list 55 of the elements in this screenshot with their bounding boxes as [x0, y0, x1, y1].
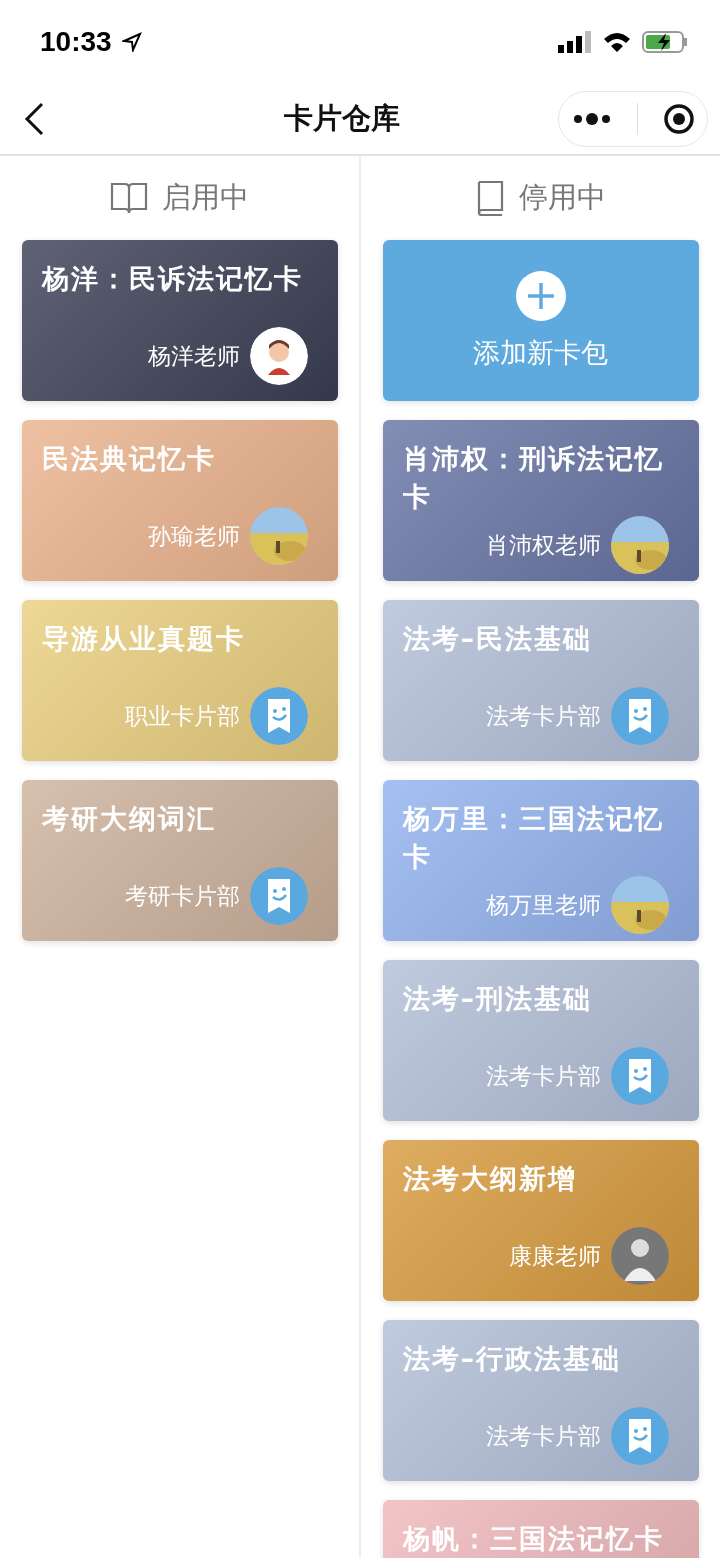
deck-card[interactable]: 杨洋：民诉法记忆卡 杨洋老师 — [21, 240, 338, 401]
open-book-icon — [110, 181, 148, 215]
deck-card[interactable]: 肖沛权：刑诉法记忆卡 肖沛权老师 — [382, 420, 699, 581]
deck-author: 考研卡片部 — [124, 881, 240, 911]
location-arrow-icon — [121, 32, 142, 52]
add-deck-card[interactable]: 添加新卡包 — [382, 240, 699, 401]
deck-title: 法考大纲新增 — [402, 1162, 578, 1196]
deck-card[interactable]: 杨万里：三国法记忆卡 杨万里老师 — [382, 780, 699, 941]
close-target-icon[interactable] — [662, 103, 695, 135]
deck-card[interactable]: 民法典记忆卡 孙瑜老师 — [21, 420, 338, 581]
deck-title: 考研大纲词汇 — [41, 802, 217, 836]
deck-author: 法考卡片部 — [485, 701, 601, 731]
deck-author: 法考卡片部 — [485, 1421, 601, 1451]
wifi-icon — [602, 31, 632, 53]
status-time: 10:33 — [40, 26, 112, 58]
battery-icon — [642, 30, 688, 54]
page-title: 卡片仓库 — [284, 100, 400, 137]
bookmark-logo-icon — [610, 1407, 669, 1465]
signal-icon — [558, 31, 592, 53]
deck-author: 职业卡片部 — [124, 701, 240, 731]
deck-author: 康康老师 — [508, 1241, 601, 1271]
deck-author: 肖沛权老师 — [485, 530, 601, 560]
deck-card[interactable]: 导游从业真题卡 职业卡片部 — [21, 600, 338, 761]
book-icon — [475, 180, 505, 216]
deck-title: 杨帆：三国法记忆卡 — [402, 1522, 665, 1556]
add-deck-label: 添加新卡包 — [473, 335, 608, 370]
bookmark-logo-icon — [249, 687, 308, 745]
deck-card[interactable]: 考研大纲词汇 考研卡片部 — [21, 780, 338, 941]
person-avatar-icon — [610, 1227, 669, 1285]
deck-author: 法考卡片部 — [485, 1061, 601, 1091]
plus-icon — [515, 270, 566, 321]
bookmark-logo-icon — [610, 687, 669, 745]
back-icon[interactable] — [22, 101, 46, 137]
deck-author: 孙瑜老师 — [147, 521, 240, 551]
deck-card[interactable]: 法考大纲新增 康康老师 — [382, 1140, 699, 1301]
deck-card[interactable]: 法考–民法基础 法考卡片部 — [382, 600, 699, 761]
deck-title: 民法典记忆卡 — [41, 442, 217, 476]
deck-title: 法考–民法基础 — [402, 622, 593, 656]
deck-author: 杨万里老师 — [485, 890, 601, 920]
deck-card[interactable]: 法考–刑法基础 法考卡片部 — [382, 960, 699, 1121]
deck-title: 杨洋：民诉法记忆卡 — [41, 262, 304, 296]
deck-card[interactable]: 法考–行政法基础 法考卡片部 — [382, 1320, 699, 1481]
deck-title: 法考–行政法基础 — [402, 1342, 622, 1376]
bookmark-logo-icon — [249, 867, 308, 925]
column-header: 启用中 — [162, 179, 249, 216]
deck-author: 杨洋老师 — [147, 341, 240, 371]
deck-title: 法考–刑法基础 — [402, 982, 593, 1016]
deck-title: 肖沛权：刑诉法记忆卡 — [402, 442, 665, 514]
more-icon[interactable] — [571, 112, 612, 126]
deck-title: 导游从业真题卡 — [41, 622, 246, 656]
column-header: 停用中 — [519, 179, 606, 216]
deck-title: 杨万里：三国法记忆卡 — [402, 802, 665, 874]
deck-card[interactable]: 杨帆：三国法记忆卡 — [382, 1500, 699, 1558]
avatar-icon — [249, 327, 308, 385]
bookmark-logo-icon — [610, 1047, 669, 1105]
